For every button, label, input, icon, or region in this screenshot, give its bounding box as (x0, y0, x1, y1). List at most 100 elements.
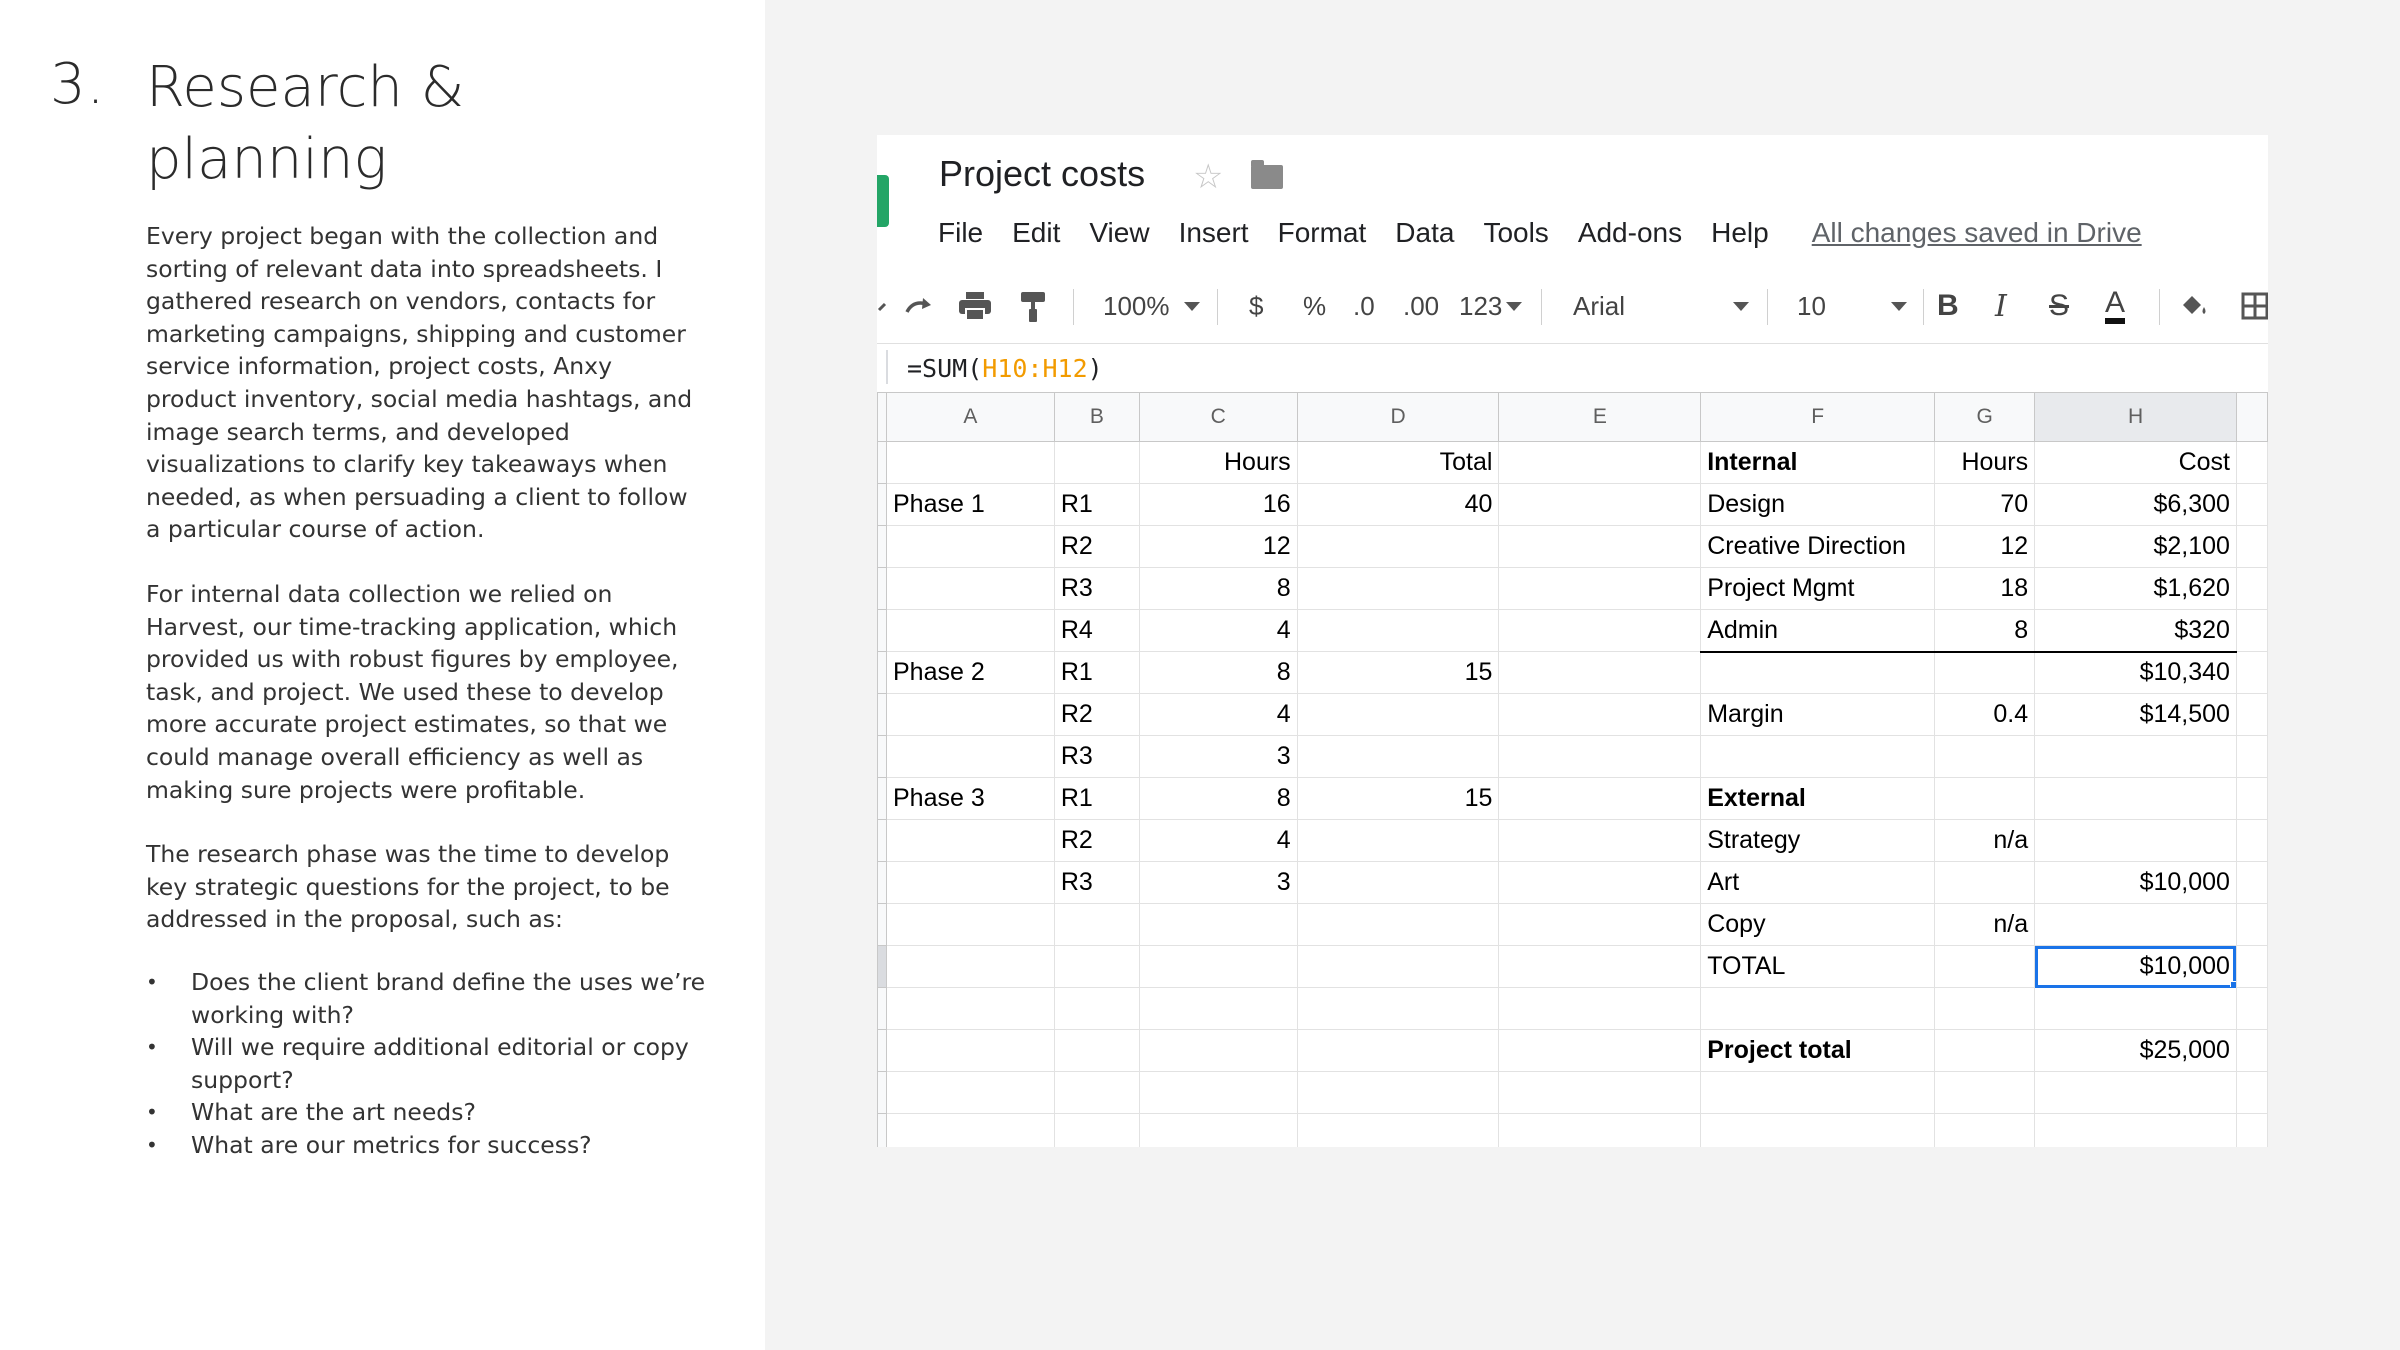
cell-a12[interactable] (885, 903, 1055, 946)
cell-g16[interactable] (1934, 1071, 2036, 1114)
row-header[interactable] (877, 693, 887, 736)
cell-d17[interactable] (1296, 1113, 1500, 1147)
cell-f17[interactable] (1700, 1113, 1936, 1147)
row-header[interactable] (877, 903, 887, 946)
cell-f16[interactable] (1700, 1071, 1936, 1114)
cell-h4[interactable]: $1,620 (2034, 567, 2237, 610)
cell-g14[interactable] (1934, 987, 2036, 1030)
column-header-g[interactable]: G (1934, 392, 2036, 442)
cell-b14[interactable] (1053, 987, 1140, 1030)
cell-a3[interactable] (885, 525, 1055, 568)
cell-b15[interactable] (1053, 1029, 1140, 1072)
font-size-select[interactable]: 10 (1797, 275, 1907, 337)
strikethrough-button[interactable]: S (2049, 275, 2069, 337)
document-title[interactable]: Project costs (939, 153, 1145, 195)
cell-h6[interactable]: $10,340 (2034, 651, 2237, 694)
cell-a11[interactable] (885, 861, 1055, 904)
menu-help[interactable]: Help (1711, 217, 1769, 249)
cell-h14[interactable] (2034, 987, 2237, 1030)
cell-h3[interactable]: $2,100 (2034, 525, 2237, 568)
cell-g10[interactable]: n/a (1934, 819, 2036, 862)
cell-e13[interactable] (1498, 945, 1702, 988)
cell-a6[interactable]: Phase 2 (885, 651, 1055, 694)
cell-b5[interactable]: R4 (1053, 609, 1140, 652)
cell-c10[interactable]: 4 (1138, 819, 1298, 862)
formula-input[interactable]: =SUM(H10:H12) (907, 354, 1103, 383)
cell-c6[interactable]: 8 (1138, 651, 1298, 694)
cell-h15[interactable]: $25,000 (2034, 1029, 2237, 1072)
cell-a17[interactable] (885, 1113, 1055, 1147)
cell-d13[interactable] (1296, 945, 1500, 988)
cell-c1[interactable]: Hours (1138, 441, 1298, 484)
save-status-link[interactable]: All changes saved in Drive (1812, 217, 2142, 249)
cell-h10[interactable] (2034, 819, 2237, 862)
cell-e2[interactable] (1498, 483, 1702, 526)
row-header[interactable] (877, 483, 887, 526)
cell-c5[interactable]: 4 (1138, 609, 1298, 652)
cell-d7[interactable] (1296, 693, 1500, 736)
row-header[interactable] (877, 567, 887, 610)
currency-format-button[interactable]: $ (1249, 275, 1263, 337)
cell-f7[interactable]: Margin (1700, 693, 1936, 736)
cell-h12[interactable] (2034, 903, 2237, 946)
cell-b11[interactable]: R3 (1053, 861, 1140, 904)
cell-f13[interactable]: TOTAL (1700, 945, 1936, 988)
cell-c13[interactable] (1138, 945, 1298, 988)
cell-a15[interactable] (885, 1029, 1055, 1072)
cell-e9[interactable] (1498, 777, 1702, 820)
cell-d1[interactable]: Total (1296, 441, 1500, 484)
cell-e11[interactable] (1498, 861, 1702, 904)
cell-e14[interactable] (1498, 987, 1702, 1030)
cell-g1[interactable]: Hours (1934, 441, 2036, 484)
undo-icon[interactable] (877, 275, 887, 337)
row-header[interactable] (877, 945, 887, 988)
cell-e12[interactable] (1498, 903, 1702, 946)
row-header[interactable] (877, 861, 887, 904)
row-header[interactable] (877, 735, 887, 778)
row-header[interactable] (877, 651, 887, 694)
cell-c11[interactable]: 3 (1138, 861, 1298, 904)
cell-f6[interactable] (1700, 651, 1936, 694)
zoom-select[interactable]: 100% (1103, 275, 1200, 337)
cell-c16[interactable] (1138, 1071, 1298, 1114)
cell-f11[interactable]: Art (1700, 861, 1936, 904)
cell-g4[interactable]: 18 (1934, 567, 2036, 610)
cell-b13[interactable] (1053, 945, 1140, 988)
row-header[interactable] (877, 609, 887, 652)
cell-e8[interactable] (1498, 735, 1702, 778)
cell-e7[interactable] (1498, 693, 1702, 736)
cell-f9[interactable]: External (1700, 777, 1936, 820)
cell-a13[interactable] (885, 945, 1055, 988)
cell-b4[interactable]: R3 (1053, 567, 1140, 610)
row-header[interactable] (877, 987, 887, 1030)
print-icon[interactable] (957, 275, 993, 337)
cell-b17[interactable] (1053, 1113, 1140, 1147)
cell-g5[interactable]: 8 (1934, 609, 2036, 653)
cell-g15[interactable] (1934, 1029, 2036, 1072)
cell-c14[interactable] (1138, 987, 1298, 1030)
sheets-logo-icon[interactable] (877, 175, 889, 227)
column-header-f[interactable]: F (1700, 392, 1936, 442)
cell-b9[interactable]: R1 (1053, 777, 1140, 820)
cell-d5[interactable] (1296, 609, 1500, 652)
cell-d6[interactable]: 15 (1296, 651, 1500, 694)
cell-d10[interactable] (1296, 819, 1500, 862)
formula-bar[interactable]: =SUM(H10:H12) (877, 343, 2268, 393)
bold-button[interactable]: B (1937, 275, 1959, 337)
fill-color-icon[interactable] (2177, 275, 2211, 337)
select-all-corner[interactable] (877, 392, 887, 442)
menu-data[interactable]: Data (1395, 217, 1454, 249)
cell-d2[interactable]: 40 (1296, 483, 1500, 526)
cell-d9[interactable]: 15 (1296, 777, 1500, 820)
fill-handle[interactable] (2229, 981, 2236, 987)
cell-a8[interactable] (885, 735, 1055, 778)
row-header[interactable] (877, 777, 887, 820)
cell-d11[interactable] (1296, 861, 1500, 904)
cell-d8[interactable] (1296, 735, 1500, 778)
cell-f3[interactable]: Creative Direction (1700, 525, 1936, 568)
folder-icon[interactable] (1251, 160, 1283, 189)
paint-format-icon[interactable] (1019, 275, 1049, 337)
cell-g2[interactable]: 70 (1934, 483, 2036, 526)
increase-decimal-button[interactable]: .00 (1403, 275, 1439, 337)
cell-b12[interactable] (1053, 903, 1140, 946)
